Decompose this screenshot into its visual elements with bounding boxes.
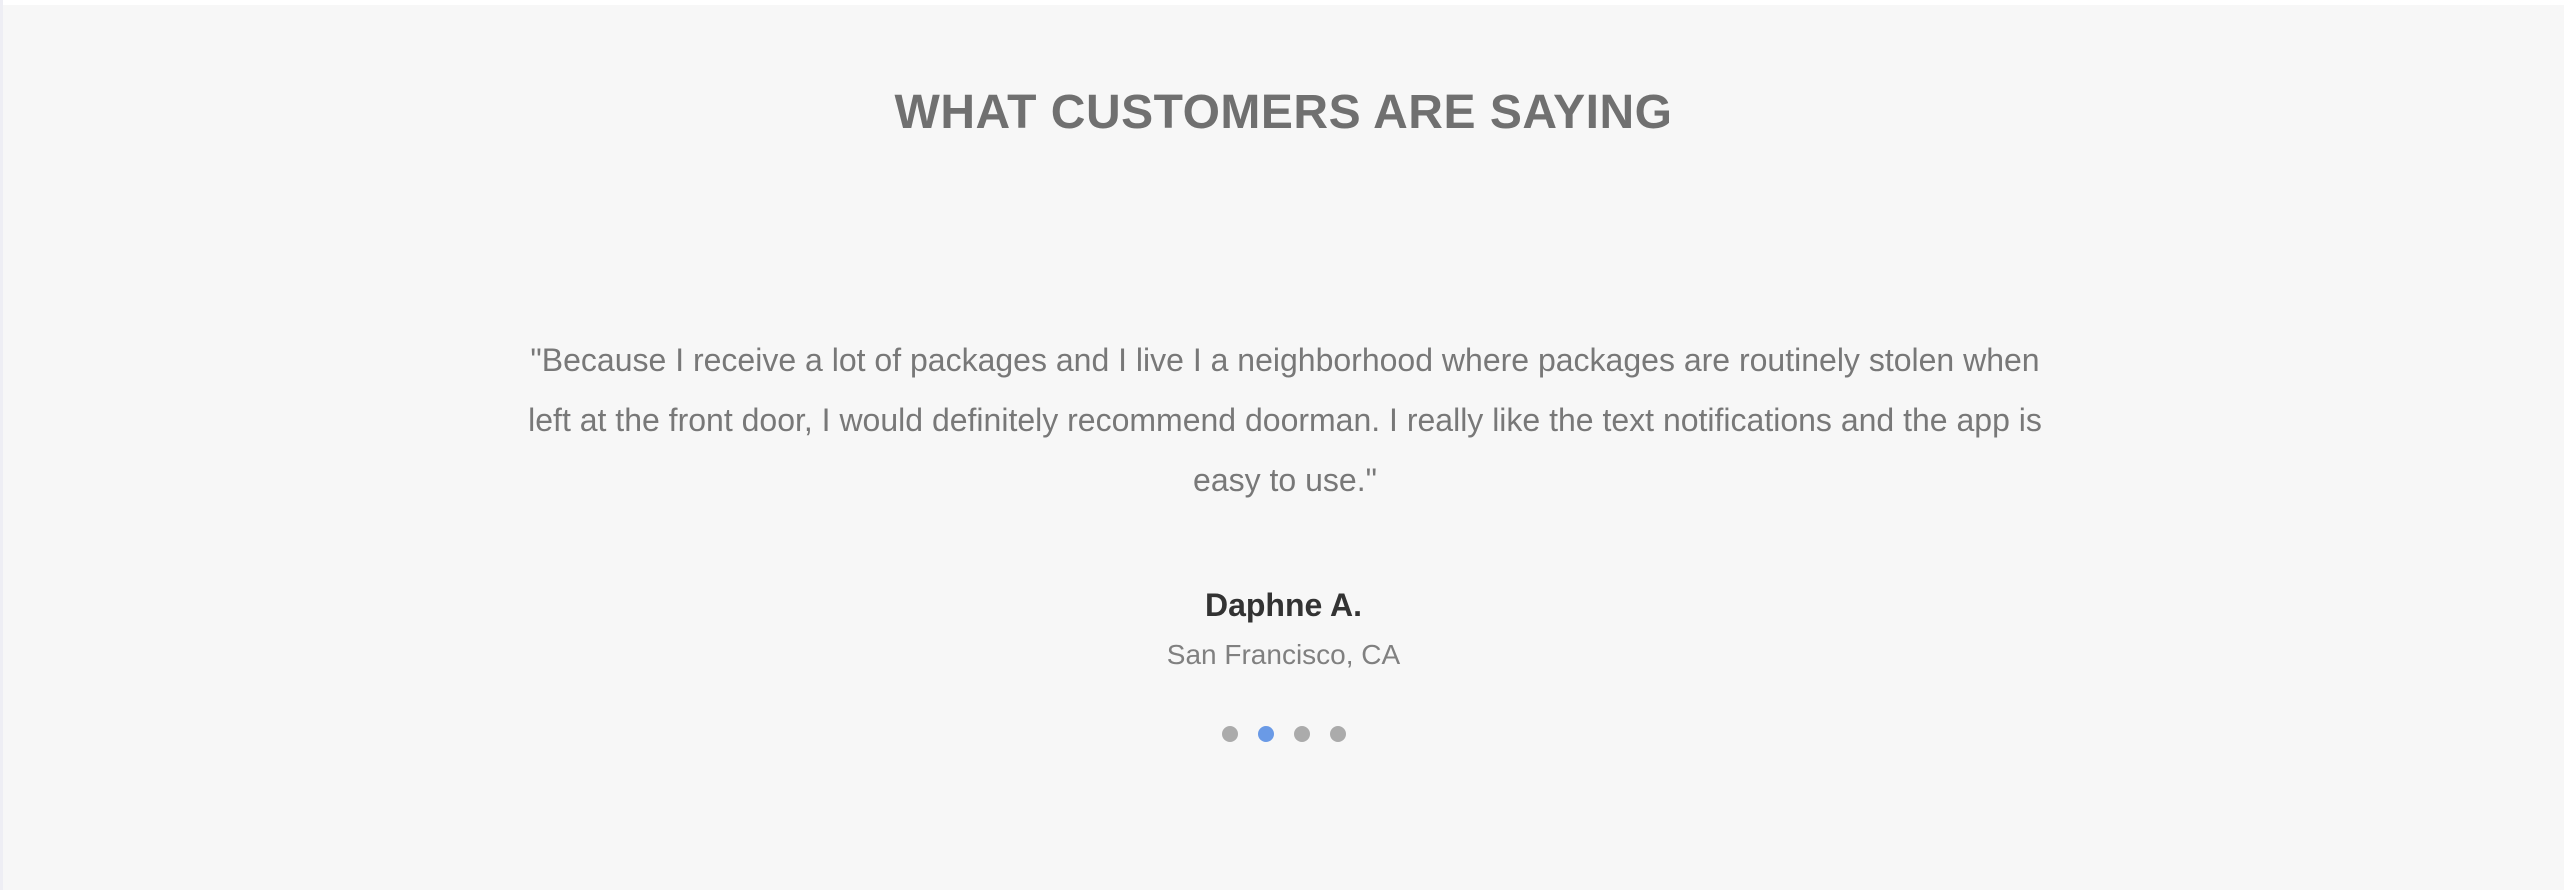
carousel-pagination [3,726,2564,742]
section-heading: WHAT CUSTOMERS ARE SAYING [894,86,1673,139]
carousel-dot-3[interactable] [1293,726,1310,742]
carousel-dot-1[interactable] [1221,726,1238,742]
carousel-dot-4[interactable] [1329,726,1346,742]
carousel-dot-2[interactable] [1257,726,1274,742]
testimonial-quote: "Because I receive a lot of packages and… [528,342,2042,498]
testimonials-section: WHAT CUSTOMERS ARE SAYING "Because I rec… [3,5,2564,890]
testimonial-author: Daphne A. [1204,587,1363,623]
testimonial-location: San Francisco, CA [1166,639,1401,670]
